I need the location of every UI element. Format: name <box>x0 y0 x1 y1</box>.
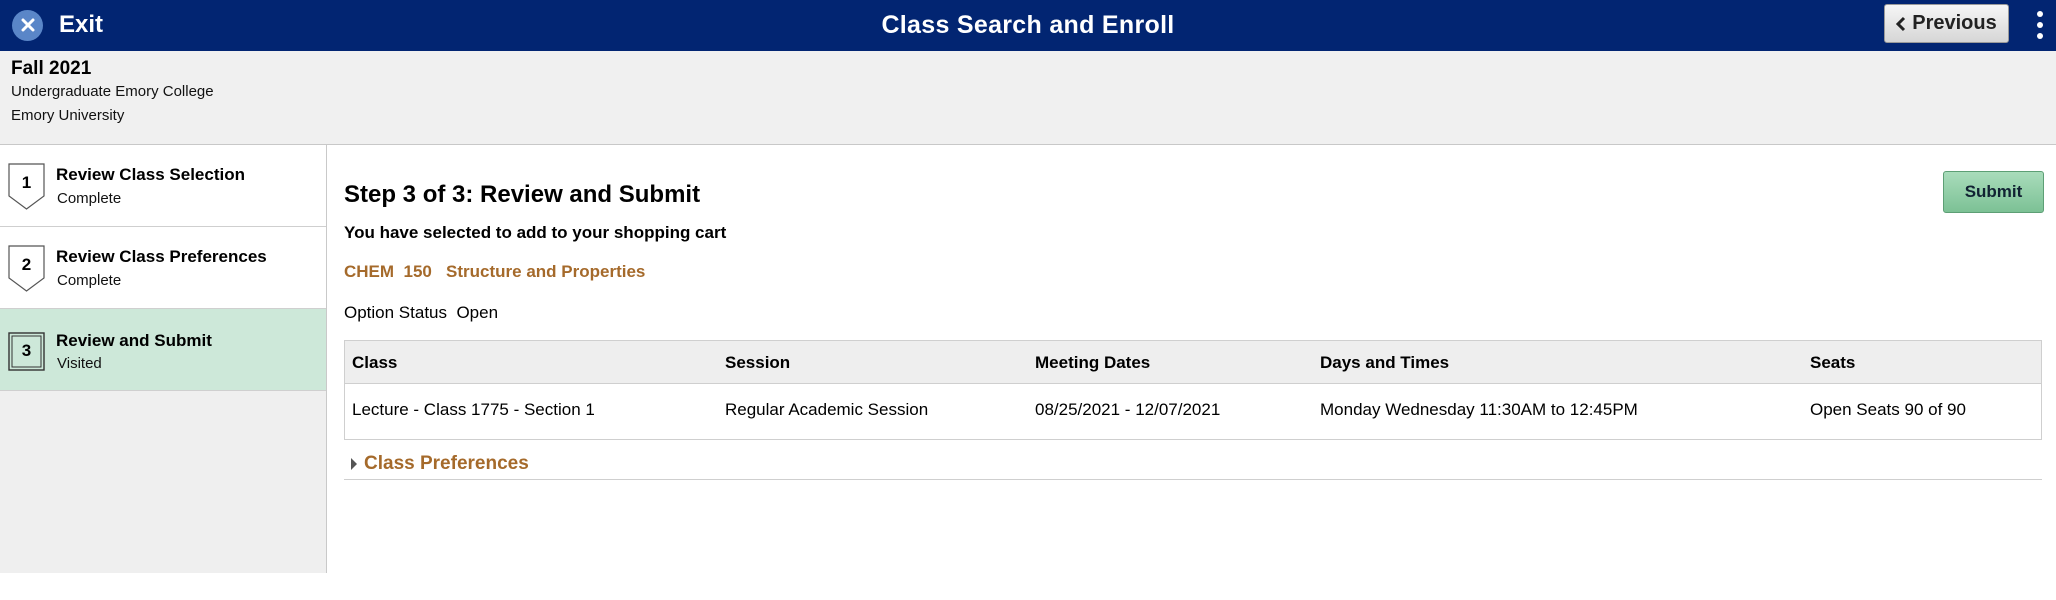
submit-button[interactable]: Submit <box>1943 171 2044 213</box>
table-header-row: Class Session Meeting Dates Days and Tim… <box>345 341 2041 384</box>
step-title: Review and Submit <box>56 331 212 350</box>
column-header-meeting-dates: Meeting Dates <box>1035 353 1151 372</box>
step-number: 3 <box>21 341 32 360</box>
step-review-and-submit[interactable]: 3 Review and Submit Visited <box>0 309 326 391</box>
option-status: Option Status Open <box>344 303 499 322</box>
term-institution: Emory University <box>11 107 125 124</box>
table-row: Lecture - Class 1775 - Section 1 Regular… <box>345 384 2041 439</box>
cell-days-times: Monday Wednesday 11:30AM to 12:45PM <box>1320 400 1638 419</box>
cell-meeting-dates: 08/25/2021 - 12/07/2021 <box>1035 400 1221 419</box>
cell-session: Regular Academic Session <box>725 400 929 419</box>
step-sidebar: 1 Review Class Selection Complete 2 Revi… <box>0 145 327 573</box>
cell-seats: Open Seats 90 of 90 <box>1810 400 1966 419</box>
main-content: Step 3 of 3: Review and Submit Submit Yo… <box>328 145 2056 573</box>
column-header-seats: Seats <box>1810 353 1856 372</box>
step-heading: Step 3 of 3: Review and Submit <box>344 181 701 208</box>
step-review-class-selection[interactable]: 1 Review Class Selection Complete <box>0 145 326 227</box>
step-review-class-preferences[interactable]: 2 Review Class Preferences Complete <box>0 227 326 309</box>
step-number: 1 <box>21 173 32 192</box>
header-bar: Exit Class Search and Enroll Previous <box>0 0 2056 51</box>
cell-class: Lecture - Class 1775 - Section 1 <box>352 400 595 419</box>
column-header-session: Session <box>725 353 791 372</box>
chevron-left-icon <box>1896 16 1906 32</box>
class-table: Class Session Meeting Dates Days and Tim… <box>344 340 2042 440</box>
class-preferences-toggle[interactable]: Class Preferences <box>344 451 2042 480</box>
column-header-days-times: Days and Times <box>1320 353 1450 372</box>
class-preferences-label: Class Preferences <box>364 453 529 474</box>
step-status: Complete <box>57 190 122 207</box>
term-name: Fall 2021 <box>11 58 92 79</box>
step-status: Visited <box>57 355 102 372</box>
kebab-menu-icon[interactable] <box>2030 8 2050 42</box>
caret-right-icon <box>351 458 357 470</box>
step-number: 2 <box>21 255 32 274</box>
previous-label: Previous <box>1912 12 1997 34</box>
step-title: Review Class Preferences <box>56 247 267 266</box>
step-title: Review Class Selection <box>56 165 245 184</box>
previous-button[interactable]: Previous <box>1884 4 2009 43</box>
page-title: Class Search and Enroll <box>881 11 1175 39</box>
term-banner: Fall 2021 Undergraduate Emory College Em… <box>0 51 2056 145</box>
step-status: Complete <box>57 272 122 289</box>
term-career: Undergraduate Emory College <box>11 83 214 100</box>
cart-message: You have selected to add to your shoppin… <box>344 223 727 242</box>
course-title: CHEM 150 Structure and Properties <box>344 262 646 281</box>
column-header-class: Class <box>352 353 398 372</box>
